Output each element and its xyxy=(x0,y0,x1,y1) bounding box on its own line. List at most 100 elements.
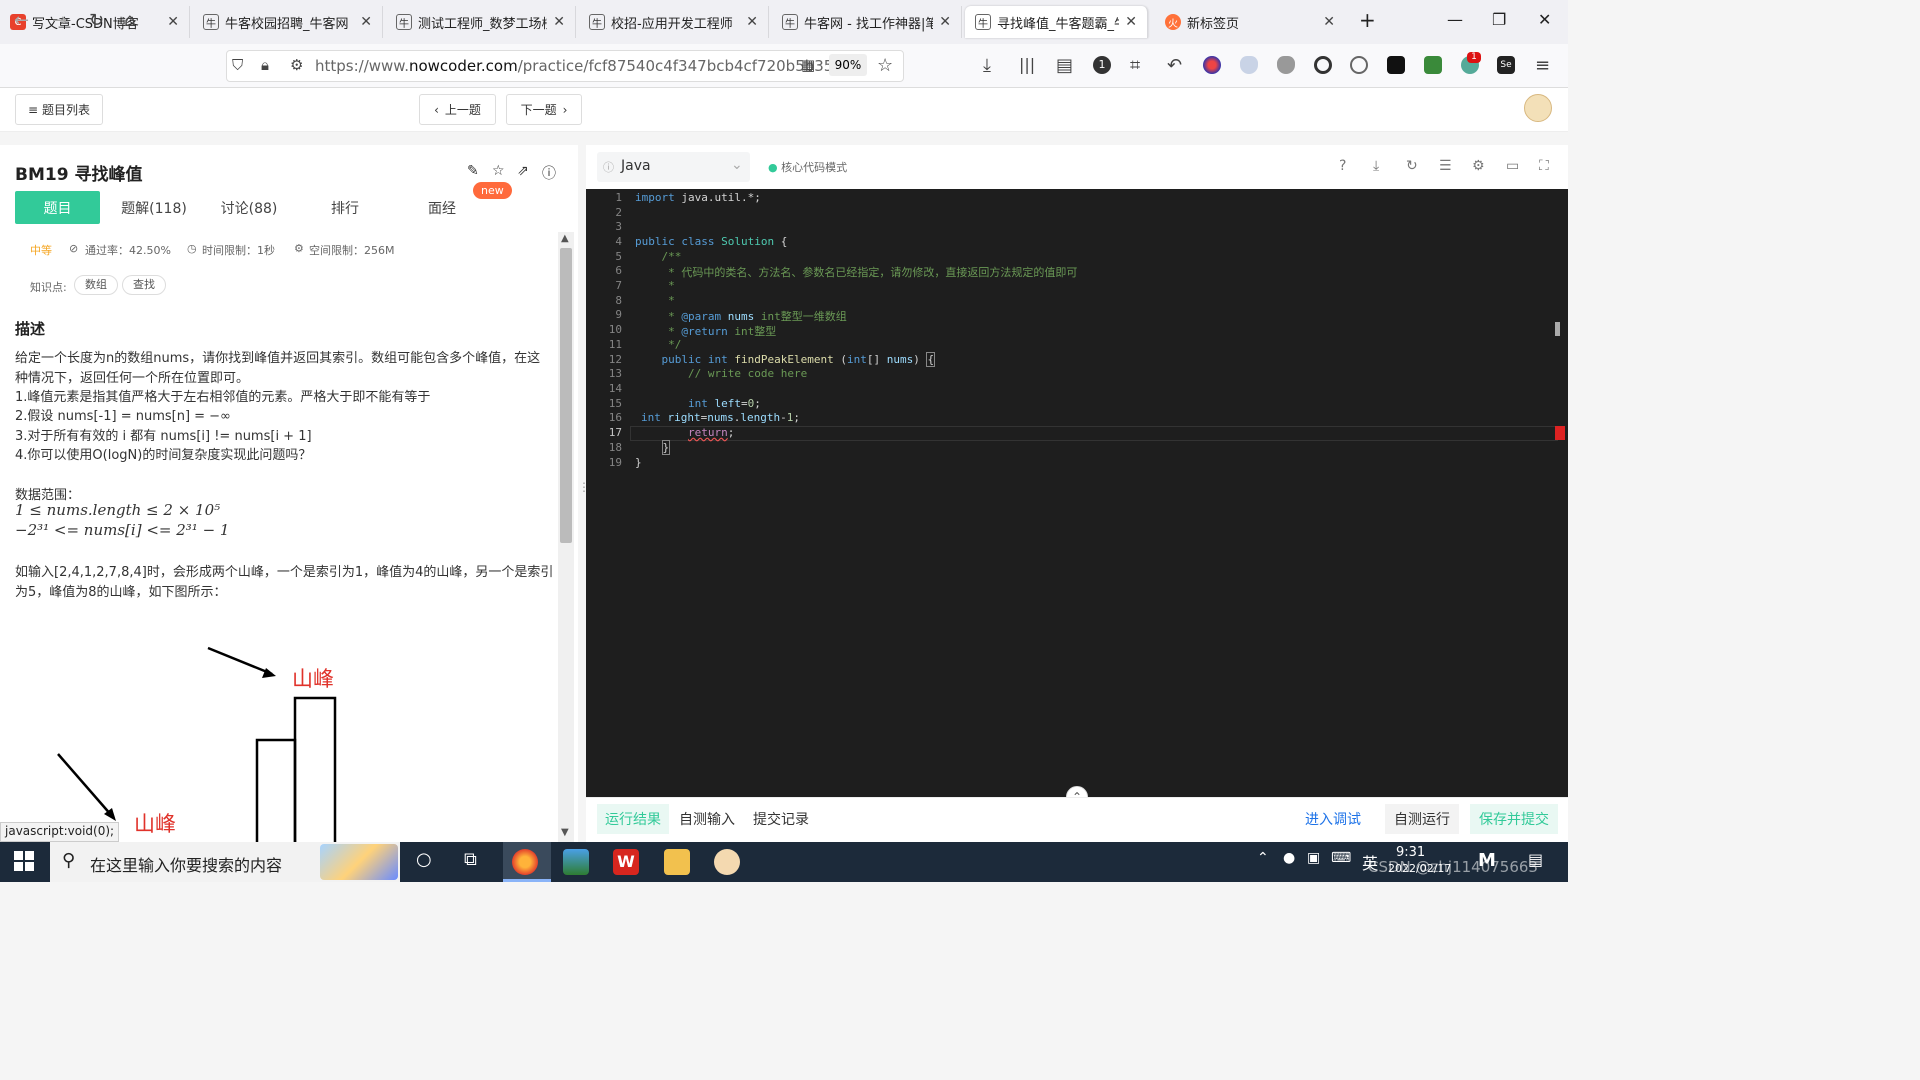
url-text[interactable]: https://www.nowcoder.com/practice/fcf875… xyxy=(315,57,843,75)
tab-discussion[interactable]: 讨论(88) xyxy=(205,191,293,224)
globe-icon[interactable] xyxy=(1350,56,1368,74)
crop-icon[interactable]: ⌗ xyxy=(1130,55,1140,76)
tab-problem[interactable]: 题目 xyxy=(15,191,100,224)
bookmark-star-icon[interactable]: ☆ xyxy=(877,55,893,76)
tray-app-icon[interactable]: ● xyxy=(1283,850,1295,866)
code-editor[interactable] xyxy=(586,189,1568,797)
extension-circle-icon[interactable] xyxy=(1314,56,1332,74)
extension-green-icon[interactable] xyxy=(1424,56,1442,74)
wps-icon[interactable]: W xyxy=(613,849,639,875)
self-input-tab[interactable]: 自测输入 xyxy=(674,804,740,834)
tab-app-dev[interactable]: 牛校招-应用开发工程师（总✕ xyxy=(579,6,769,38)
window-close-icon[interactable]: ✕ xyxy=(1538,10,1551,29)
code-line[interactable]: } xyxy=(635,456,642,469)
close-icon[interactable]: ✕ xyxy=(553,14,565,30)
tab-new[interactable]: 火新标签页 ✕ xyxy=(1155,6,1345,38)
tab-interview[interactable]: 面经 xyxy=(397,191,487,224)
code-line[interactable]: return; xyxy=(635,426,734,439)
info-icon[interactable]: ⓘ xyxy=(542,163,556,183)
scroll-down-icon[interactable]: ▼ xyxy=(561,827,569,838)
avatar[interactable] xyxy=(1524,94,1552,122)
undo-icon[interactable]: ↶ xyxy=(1167,55,1182,76)
file-explorer-icon[interactable] xyxy=(664,849,690,875)
code-line[interactable]: * @return int整型 xyxy=(635,323,776,339)
avatar-app-icon[interactable] xyxy=(714,849,740,875)
tag-array[interactable]: 数组 xyxy=(74,275,118,295)
extension-mask-icon[interactable] xyxy=(1387,56,1405,74)
tab-test-engineer[interactable]: 牛测试工程师_数梦工场校招✕ xyxy=(386,6,576,38)
home-icon[interactable]: ⌂ xyxy=(124,10,135,31)
code-line[interactable]: int left=0; xyxy=(635,397,761,410)
extension-1-icon[interactable]: 1 xyxy=(1093,56,1111,74)
taskbar-search[interactable]: ⚲ 在这里输入你要搜索的内容 xyxy=(50,842,400,882)
back-icon[interactable]: ← xyxy=(14,10,29,31)
tag-search[interactable]: 查找 xyxy=(122,275,166,295)
code-line[interactable]: * xyxy=(635,294,675,307)
windows-start-icon[interactable] xyxy=(14,851,34,871)
close-icon[interactable]: ✕ xyxy=(746,14,758,30)
help-icon[interactable]: ? xyxy=(1339,158,1346,174)
code-line[interactable]: * @param nums int整型一维数组 xyxy=(635,308,847,324)
maximize-icon[interactable]: ❐ xyxy=(1492,10,1506,29)
permissions-icon[interactable]: ⚙ xyxy=(290,56,303,74)
self-run-button[interactable]: 自测运行 xyxy=(1385,804,1459,834)
close-icon[interactable]: ✕ xyxy=(360,14,372,30)
tab-nowcoder-home[interactable]: 牛牛客网 - 找工作神器|笔试✕ xyxy=(772,6,962,38)
tab-solutions[interactable]: 题解(118) xyxy=(110,191,198,224)
share-icon[interactable]: ⇗ xyxy=(517,163,529,179)
new-tab-button[interactable]: + xyxy=(1359,8,1376,32)
code-line[interactable]: // write code here xyxy=(635,367,807,380)
lock-icon[interactable]: 🔒︎ xyxy=(261,56,269,74)
code-line[interactable]: public class Solution { xyxy=(635,235,787,248)
format-icon[interactable]: ☰ xyxy=(1439,158,1452,174)
close-icon[interactable]: ✕ xyxy=(1125,14,1137,30)
extension-se-icon[interactable]: Se xyxy=(1497,56,1515,74)
qr-code-icon[interactable]: ▦ xyxy=(801,56,815,74)
reset-icon[interactable]: ↻ xyxy=(1406,158,1418,174)
language-select[interactable]: ⓘ Java ⌄ xyxy=(597,152,750,182)
fullscreen-icon[interactable]: ⛶ xyxy=(1539,158,1549,174)
extension-dots-icon[interactable] xyxy=(1203,56,1221,74)
cortana-icon[interactable]: ○ xyxy=(416,849,432,870)
code-line[interactable]: */ xyxy=(635,338,681,351)
close-icon[interactable]: ✕ xyxy=(939,14,951,30)
forward-icon[interactable]: → xyxy=(52,10,67,31)
extension-shield-icon[interactable] xyxy=(1240,56,1258,74)
editor-scroll-indicator[interactable] xyxy=(1555,322,1560,336)
settings-icon[interactable]: ⚙ xyxy=(1472,158,1485,174)
code-line[interactable]: /** xyxy=(635,250,681,263)
library-icon[interactable]: ||| xyxy=(1019,55,1035,74)
run-result-tab[interactable]: 运行结果 xyxy=(597,804,669,834)
submit-record-tab[interactable]: 提交记录 xyxy=(748,804,814,834)
tab-ranking[interactable]: 排行 xyxy=(300,191,390,224)
network-icon[interactable]: ▣ xyxy=(1307,850,1320,866)
download-code-icon[interactable]: ⤓ xyxy=(1373,158,1379,174)
edit-icon[interactable]: ✎ xyxy=(467,163,479,179)
scrollbar-thumb[interactable] xyxy=(560,248,572,543)
next-problem-button[interactable]: 下一题 › xyxy=(506,94,582,125)
minimize-icon[interactable]: — xyxy=(1447,10,1463,29)
extension-shield-gray-icon[interactable] xyxy=(1277,56,1295,74)
star-icon[interactable]: ☆ xyxy=(492,163,505,179)
zoom-level[interactable]: 90% xyxy=(829,54,867,76)
shield-icon[interactable]: ⛉ xyxy=(232,56,243,74)
prev-problem-button[interactable]: ‹ 上一题 xyxy=(419,94,496,125)
menu-icon[interactable]: ≡ xyxy=(1535,55,1550,76)
task-view-icon[interactable]: ⧉ xyxy=(464,849,477,870)
code-line[interactable]: int right=nums.length-1; xyxy=(641,411,800,424)
console-icon[interactable]: ▭ xyxy=(1506,158,1519,174)
code-line[interactable]: * 代码中的类名、方法名、参数名已经指定，请勿修改，直接返回方法规定的值即可 xyxy=(635,264,1077,280)
keyboard-icon[interactable]: ⌨ xyxy=(1331,850,1351,866)
scroll-up-icon[interactable]: ▲ xyxy=(561,233,569,244)
code-line[interactable]: * xyxy=(635,279,675,292)
app-icon[interactable] xyxy=(563,849,589,875)
tab-find-peak[interactable]: 牛寻找峰值_牛客题霸_牛客✕ xyxy=(965,6,1148,38)
code-line[interactable]: import java.util.*; xyxy=(635,191,761,204)
sidebar-icon[interactable]: ▤ xyxy=(1056,55,1073,76)
save-submit-button[interactable]: 保存并提交 xyxy=(1470,804,1558,834)
reload-icon[interactable]: ↻ xyxy=(89,10,104,31)
tray-expand-icon[interactable]: ⌃ xyxy=(1257,850,1269,866)
download-icon[interactable]: ⤓ xyxy=(983,55,991,76)
code-line[interactable]: } xyxy=(635,440,671,455)
problem-list-button[interactable]: ≡ 题目列表 xyxy=(15,94,103,125)
